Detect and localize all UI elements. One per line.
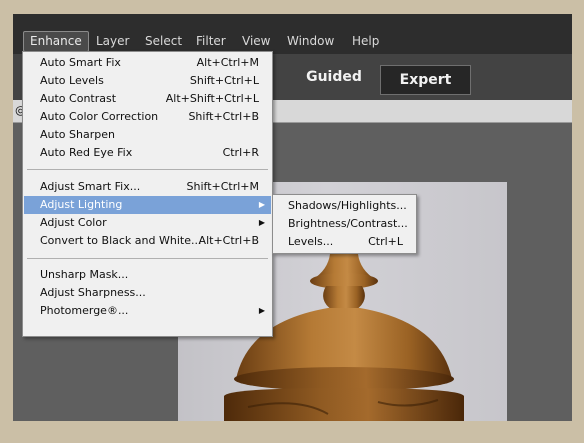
menu-item-label: Shadows/Highlights... [288, 199, 407, 212]
menu-item-auto-color-correction[interactable]: Auto Color Correction Shift+Ctrl+B [24, 108, 271, 126]
menu-item-shortcut: Shift+Ctrl+L [189, 74, 259, 87]
expert-mode-button[interactable]: Expert [380, 65, 471, 95]
submenu-arrow-icon: ▶ [258, 218, 265, 227]
menu-item-label: Levels... [288, 235, 334, 248]
menu-item-shortcut: Alt+Shift+Ctrl+L [165, 92, 259, 105]
menu-select[interactable]: Select [139, 31, 188, 52]
menu-separator [27, 258, 268, 259]
menu-item-auto-contrast[interactable]: Auto Contrast Alt+Shift+Ctrl+L [24, 90, 271, 108]
menu-item-label: Adjust Color [40, 216, 107, 229]
menu-item-auto-red-eye-fix[interactable]: Auto Red Eye Fix Ctrl+R [24, 144, 271, 162]
menu-item-auto-smart-fix[interactable]: Auto Smart Fix Alt+Ctrl+M [24, 54, 271, 72]
menu-item-adjust-sharpness[interactable]: Adjust Sharpness... [24, 284, 271, 302]
submenu-item-shadows-highlights[interactable]: Shadows/Highlights... [274, 197, 415, 215]
menu-item-adjust-lighting[interactable]: Adjust Lighting ▶ [24, 196, 271, 214]
menu-separator [27, 169, 268, 170]
menu-item-auto-levels[interactable]: Auto Levels Shift+Ctrl+L [24, 72, 271, 90]
enhance-dropdown-menu: Auto Smart Fix Alt+Ctrl+M Auto Levels Sh… [22, 51, 273, 337]
menu-item-shortcut: Shift+Ctrl+M [186, 180, 260, 193]
submenu-item-levels[interactable]: Levels... Ctrl+L [274, 233, 415, 251]
submenu-item-brightness-contrast[interactable]: Brightness/Contrast... [274, 215, 415, 233]
adjust-lighting-submenu: Shadows/Highlights... Brightness/Contras… [272, 194, 417, 254]
submenu-arrow-icon: ▶ [258, 306, 265, 315]
menu-view[interactable]: View [236, 31, 276, 52]
menu-item-label: Auto Color Correction [40, 110, 159, 123]
menu-layer[interactable]: Layer [90, 31, 135, 52]
menu-item-label: Auto Red Eye Fix [40, 146, 133, 159]
submenu-arrow-icon: ▶ [258, 200, 265, 209]
menu-item-photomerge[interactable]: Photomerge®... ▶ [24, 302, 271, 320]
menu-item-label: Adjust Sharpness... [40, 286, 146, 299]
menu-item-label: Adjust Lighting [40, 198, 123, 211]
menu-item-label: Unsharp Mask... [40, 268, 129, 281]
menu-item-label: Auto Contrast [40, 92, 117, 105]
menu-item-label: Brightness/Contrast... [288, 217, 408, 230]
menu-help[interactable]: Help [346, 31, 385, 52]
menu-window[interactable]: Window [281, 31, 340, 52]
menu-item-shortcut: Shift+Ctrl+B [188, 110, 259, 123]
menu-item-shortcut: Ctrl+L [368, 235, 403, 248]
menu-item-label: Photomerge®... [40, 304, 129, 317]
menu-item-label: Adjust Smart Fix... [40, 180, 141, 193]
menu-item-unsharp-mask[interactable]: Unsharp Mask... [24, 266, 271, 284]
menu-item-label: Convert to Black and White... [40, 234, 202, 247]
menu-item-shortcut: Alt+Ctrl+B [198, 234, 259, 247]
menu-item-convert-to-black-and-white[interactable]: Convert to Black and White... Alt+Ctrl+B [24, 232, 271, 250]
menu-item-adjust-color[interactable]: Adjust Color ▶ [24, 214, 271, 232]
menu-item-label: Auto Sharpen [40, 128, 115, 141]
menu-enhance[interactable]: Enhance [23, 31, 89, 52]
menu-item-adjust-smart-fix[interactable]: Adjust Smart Fix... Shift+Ctrl+M [24, 178, 271, 196]
menu-item-shortcut: Ctrl+R [222, 146, 259, 159]
menu-item-label: Auto Levels [40, 74, 104, 87]
guided-mode-button[interactable]: Guided [299, 63, 369, 91]
menu-item-shortcut: Alt+Ctrl+M [196, 56, 259, 69]
menu-item-label: Auto Smart Fix [40, 56, 121, 69]
menu-item-auto-sharpen[interactable]: Auto Sharpen [24, 126, 271, 144]
menu-filter[interactable]: Filter [190, 31, 232, 52]
